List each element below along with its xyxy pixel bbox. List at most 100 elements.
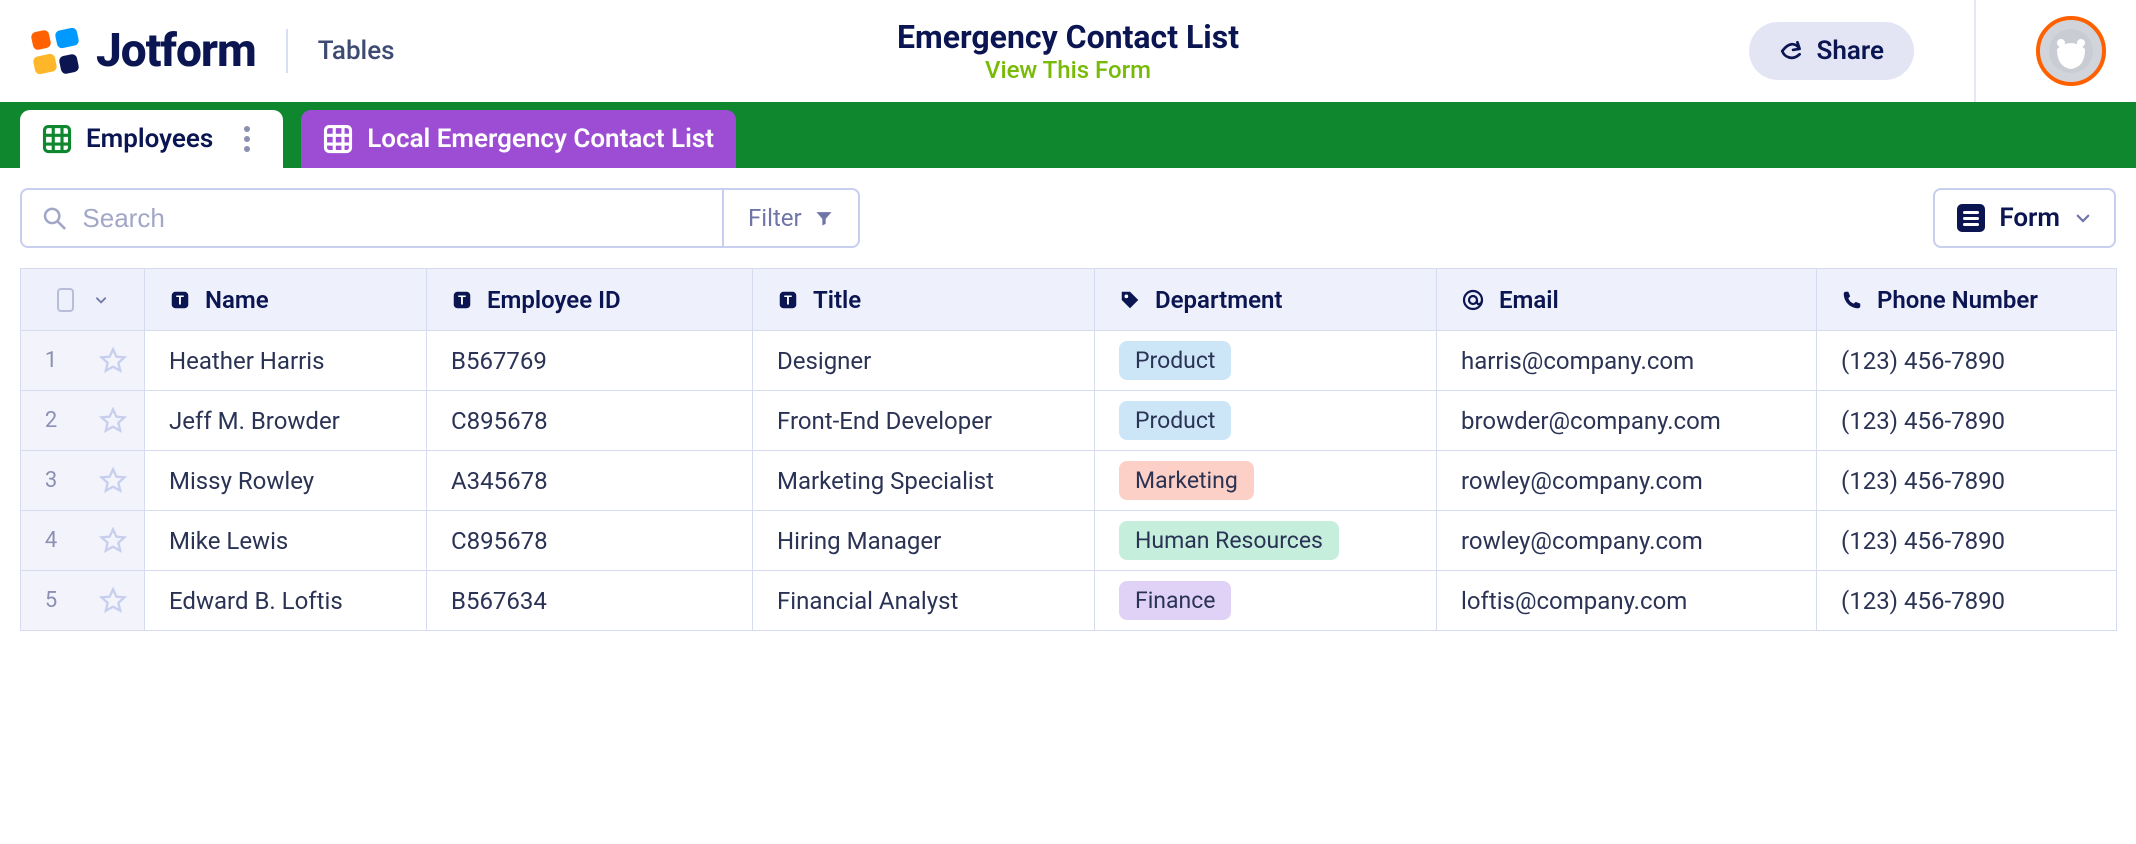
cell-department[interactable]: Finance bbox=[1095, 571, 1437, 631]
share-label: Share bbox=[1817, 36, 1884, 66]
tag-icon bbox=[1119, 289, 1141, 311]
cell-email[interactable]: loftis@company.com bbox=[1437, 571, 1817, 631]
chevron-down-icon[interactable] bbox=[94, 289, 108, 311]
cell-department[interactable]: Product bbox=[1095, 391, 1437, 451]
col-title[interactable]: TTitle bbox=[753, 269, 1095, 331]
cell-title[interactable]: Hiring Manager bbox=[753, 511, 1095, 571]
svg-text:T: T bbox=[458, 293, 466, 308]
cell-department[interactable]: Product bbox=[1095, 331, 1437, 391]
cell-department[interactable]: Human Resources bbox=[1095, 511, 1437, 571]
cell-name[interactable]: Jeff M. Browder bbox=[145, 391, 427, 451]
col-employee-id[interactable]: TEmployee ID bbox=[427, 269, 753, 331]
cell-name[interactable]: Missy Rowley bbox=[145, 451, 427, 511]
toolbar: Filter Form bbox=[0, 168, 2136, 268]
select-all-checkbox[interactable] bbox=[57, 288, 74, 312]
tab-employees[interactable]: Employees bbox=[20, 110, 283, 168]
cell-email[interactable]: browder@company.com bbox=[1437, 391, 1817, 451]
filter-button[interactable]: Filter bbox=[722, 190, 858, 246]
form-icon bbox=[1957, 204, 1985, 232]
tab-strip: Employees Local Emergency Contact List bbox=[0, 102, 2136, 168]
brand-logo[interactable]: Jotform bbox=[30, 24, 256, 78]
cell-email[interactable]: rowley@company.com bbox=[1437, 451, 1817, 511]
cell-phone[interactable]: (123) 456-7890 bbox=[1817, 571, 2117, 631]
row-index: 2 bbox=[21, 391, 81, 450]
cell-title[interactable]: Front-End Developer bbox=[753, 391, 1095, 451]
cell-employee-id[interactable]: B567634 bbox=[427, 571, 753, 631]
search-box[interactable] bbox=[22, 190, 722, 246]
chevron-down-icon bbox=[2074, 209, 2092, 227]
view-form-link[interactable]: View This Form bbox=[985, 56, 1151, 84]
svg-text:T: T bbox=[784, 293, 792, 308]
row-index: 1 bbox=[21, 331, 81, 390]
tab-label: Employees bbox=[86, 124, 213, 154]
top-bar: Jotform Tables Emergency Contact List Vi… bbox=[0, 0, 2136, 102]
cell-phone[interactable]: (123) 456-7890 bbox=[1817, 511, 2117, 571]
text-icon: T bbox=[169, 289, 191, 311]
table-row[interactable]: 2 Jeff M. BrowderC895678Front-End Develop… bbox=[21, 391, 2117, 451]
department-tag: Finance bbox=[1119, 581, 1231, 620]
table-row[interactable]: 4 Mike LewisC895678Hiring Manager Human Re… bbox=[21, 511, 2117, 571]
cell-phone[interactable]: (123) 456-7890 bbox=[1817, 451, 2117, 511]
cell-employee-id[interactable]: C895678 bbox=[427, 511, 753, 571]
cell-name[interactable]: Heather Harris bbox=[145, 331, 427, 391]
cell-name[interactable]: Edward B. Loftis bbox=[145, 571, 427, 631]
star-icon[interactable] bbox=[99, 587, 127, 615]
row-star[interactable] bbox=[81, 451, 144, 510]
row-index: 3 bbox=[21, 451, 81, 510]
form-view-button[interactable]: Form bbox=[1933, 188, 2116, 248]
divider bbox=[286, 29, 288, 73]
table-row[interactable]: 1 Heather HarrisB567769Designer Product har… bbox=[21, 331, 2117, 391]
cell-title[interactable]: Marketing Specialist bbox=[753, 451, 1095, 511]
cell-email[interactable]: rowley@company.com bbox=[1437, 511, 1817, 571]
table-row[interactable]: 3 Missy RowleyA345678Marketing Specialist… bbox=[21, 451, 2117, 511]
document-header: Emergency Contact List View This Form bbox=[897, 18, 1239, 84]
row-star[interactable] bbox=[81, 511, 144, 570]
tab-local-emergency[interactable]: Local Emergency Contact List bbox=[301, 110, 736, 168]
svg-text:T: T bbox=[176, 293, 184, 308]
star-icon[interactable] bbox=[99, 407, 127, 435]
cell-email[interactable]: harris@company.com bbox=[1437, 331, 1817, 391]
form-label: Form bbox=[1999, 203, 2060, 233]
cell-employee-id[interactable]: C895678 bbox=[427, 391, 753, 451]
star-icon[interactable] bbox=[99, 527, 127, 555]
row-index: 5 bbox=[21, 571, 81, 630]
phone-icon bbox=[1841, 289, 1863, 311]
cell-phone[interactable]: (123) 456-7890 bbox=[1817, 331, 2117, 391]
cell-title[interactable]: Designer bbox=[753, 331, 1095, 391]
star-icon[interactable] bbox=[99, 467, 127, 495]
row-index: 4 bbox=[21, 511, 81, 570]
text-icon: T bbox=[777, 289, 799, 311]
department-tag: Marketing bbox=[1119, 461, 1254, 500]
tab-menu-button[interactable] bbox=[233, 126, 261, 152]
row-star[interactable] bbox=[81, 331, 144, 390]
user-avatar[interactable] bbox=[2036, 16, 2106, 86]
star-icon[interactable] bbox=[99, 347, 127, 375]
cell-department[interactable]: Marketing bbox=[1095, 451, 1437, 511]
department-tag: Product bbox=[1119, 341, 1231, 380]
department-tag: Human Resources bbox=[1119, 521, 1339, 560]
avatar-icon bbox=[2047, 27, 2095, 75]
search-input[interactable] bbox=[82, 203, 702, 234]
share-button[interactable]: Share bbox=[1749, 22, 1914, 80]
document-title[interactable]: Emergency Contact List bbox=[897, 18, 1239, 56]
cell-phone[interactable]: (123) 456-7890 bbox=[1817, 391, 2117, 451]
table-row[interactable]: 5 Edward B. LoftisB567634Financial Analys… bbox=[21, 571, 2117, 631]
grid-icon bbox=[42, 124, 72, 154]
cell-employee-id[interactable]: A345678 bbox=[427, 451, 753, 511]
col-department[interactable]: Department bbox=[1095, 269, 1437, 331]
data-table: TName TEmployee ID TTitle Department Ema… bbox=[0, 268, 2136, 631]
section-label: Tables bbox=[318, 36, 395, 66]
department-tag: Product bbox=[1119, 401, 1231, 440]
cell-name[interactable]: Mike Lewis bbox=[145, 511, 427, 571]
share-icon bbox=[1779, 38, 1805, 64]
row-star[interactable] bbox=[81, 571, 144, 630]
col-name[interactable]: TName bbox=[145, 269, 427, 331]
cell-title[interactable]: Financial Analyst bbox=[753, 571, 1095, 631]
header-row: TName TEmployee ID TTitle Department Ema… bbox=[21, 269, 2117, 331]
col-email[interactable]: Email bbox=[1437, 269, 1817, 331]
cell-employee-id[interactable]: B567769 bbox=[427, 331, 753, 391]
grid-icon bbox=[323, 124, 353, 154]
header-select bbox=[21, 269, 145, 331]
col-phone[interactable]: Phone Number bbox=[1817, 269, 2117, 331]
row-star[interactable] bbox=[81, 391, 144, 450]
